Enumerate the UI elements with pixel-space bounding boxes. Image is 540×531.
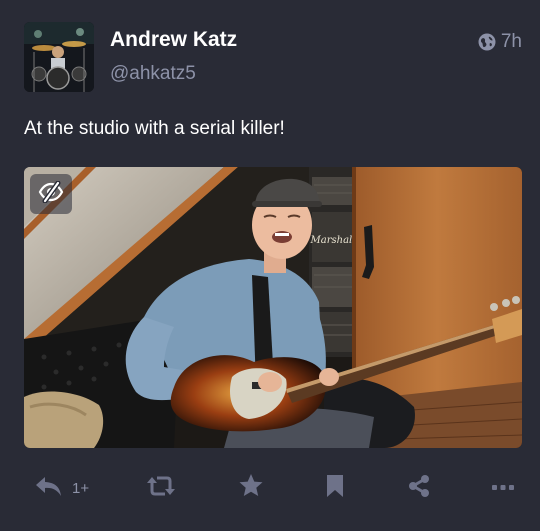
- more-icon: [492, 479, 514, 497]
- avatar-photo: [24, 22, 94, 92]
- studio-photo: Marshall: [24, 167, 522, 448]
- boost-icon: [147, 474, 175, 503]
- author-handle[interactable]: @ahkatz5: [110, 63, 196, 85]
- reply-button[interactable]: 1+: [34, 470, 89, 506]
- status-post: Andrew Katz @ahkatz5 7h At the studio wi…: [0, 0, 540, 531]
- media-attachment[interactable]: Marshall: [24, 167, 522, 448]
- amp-badge: Marshall: [310, 235, 356, 246]
- action-bar: 1+: [0, 470, 540, 506]
- share-button[interactable]: [407, 470, 431, 506]
- more-button[interactable]: [492, 470, 514, 506]
- relative-time: 7h: [500, 31, 522, 52]
- star-icon: [238, 473, 264, 503]
- reply-icon: [34, 474, 64, 503]
- post-content: At the studio with a serial killer!: [24, 118, 285, 139]
- reply-count: 1+: [72, 479, 90, 497]
- boost-button[interactable]: [147, 470, 175, 506]
- hide-media-button[interactable]: [30, 174, 72, 214]
- bookmark-icon: [325, 474, 345, 503]
- globe-icon: [478, 33, 496, 51]
- bookmark-button[interactable]: [325, 470, 345, 506]
- eye-slash-icon: [38, 180, 64, 208]
- post-timestamp[interactable]: 7h: [478, 31, 522, 53]
- author-display-name[interactable]: Andrew Katz: [110, 28, 237, 52]
- avatar[interactable]: [24, 22, 94, 92]
- favourite-button[interactable]: [238, 470, 264, 506]
- share-icon: [407, 474, 431, 503]
